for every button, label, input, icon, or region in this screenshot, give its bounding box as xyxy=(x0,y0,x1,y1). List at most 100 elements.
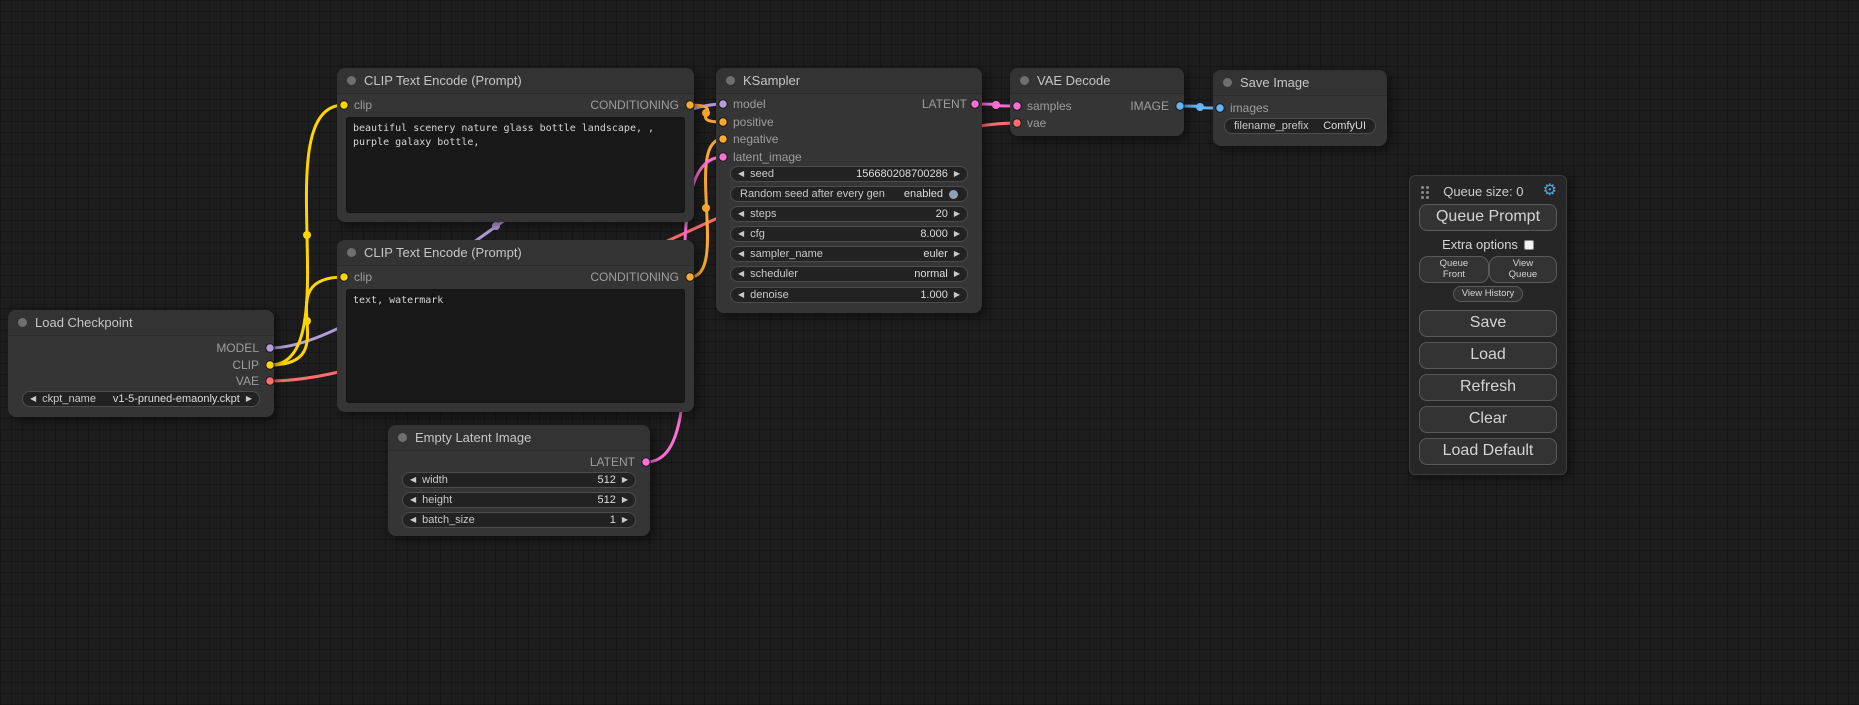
widget-label: batch_size xyxy=(422,514,475,526)
link-clip-to-negative xyxy=(270,277,344,365)
scheduler-widget[interactable]: ◀ scheduler normal ▶ xyxy=(730,266,968,282)
refresh-button[interactable]: Refresh xyxy=(1419,374,1557,401)
node-title: VAE Decode xyxy=(1037,73,1110,88)
input-slot-clip: clip xyxy=(354,271,372,283)
decrement-arrow-icon[interactable]: ◀ xyxy=(738,230,744,238)
widget-label: steps xyxy=(750,208,776,220)
decrement-arrow-icon[interactable]: ◀ xyxy=(738,170,744,178)
ckpt-name-widget[interactable]: ◀ ckpt_name v1-5-pruned-emaonly.ckpt ▶ xyxy=(22,391,260,407)
node-title: KSampler xyxy=(743,73,800,88)
collapse-dot[interactable] xyxy=(726,76,735,85)
widget-label: ckpt_name xyxy=(42,393,96,405)
node-title: Empty Latent Image xyxy=(415,430,531,445)
batch-size-widget[interactable]: ◀ batch_size 1 ▶ xyxy=(402,512,636,528)
decrement-arrow-icon[interactable]: ◀ xyxy=(410,516,416,524)
steps-widget[interactable]: ◀ steps 20 ▶ xyxy=(730,206,968,222)
node-vae-decode[interactable]: VAE Decode samples vae IMAGE xyxy=(1010,68,1184,136)
increment-arrow-icon[interactable]: ▶ xyxy=(622,496,628,504)
node-titlebar[interactable]: Empty Latent Image xyxy=(388,425,650,451)
load-button[interactable]: Load xyxy=(1419,342,1557,369)
denoise-widget[interactable]: ◀ denoise 1.000 ▶ xyxy=(730,287,968,303)
seed-widget[interactable]: ◀ seed 156680208700286 ▶ xyxy=(730,166,968,182)
widget-value: 1 xyxy=(481,514,616,526)
queue-prompt-button[interactable]: Queue Prompt xyxy=(1419,204,1557,231)
node-title: Load Checkpoint xyxy=(35,315,133,330)
view-history-button[interactable]: View History xyxy=(1453,286,1524,302)
widget-label: denoise xyxy=(750,289,789,301)
queue-front-button[interactable]: Queue Front xyxy=(1419,256,1489,283)
increment-arrow-icon[interactable]: ▶ xyxy=(954,250,960,258)
view-queue-button[interactable]: View Queue xyxy=(1489,256,1557,283)
clear-button[interactable]: Clear xyxy=(1419,406,1557,433)
widget-value: 512 xyxy=(454,474,616,486)
output-slot-latent: LATENT xyxy=(922,98,967,110)
increment-arrow-icon[interactable]: ▶ xyxy=(622,516,628,524)
menu-actions: Save Load Refresh Clear Load Default xyxy=(1419,310,1557,465)
increment-arrow-icon[interactable]: ▶ xyxy=(954,170,960,178)
cfg-widget[interactable]: ◀ cfg 8.000 ▶ xyxy=(730,226,968,242)
decrement-arrow-icon[interactable]: ◀ xyxy=(410,496,416,504)
output-slot-conditioning: CONDITIONING xyxy=(590,271,679,283)
input-slot-clip: clip xyxy=(354,99,372,111)
node-ksampler[interactable]: KSampler model positive negative latent_… xyxy=(716,68,982,313)
node-titlebar[interactable]: Load Checkpoint xyxy=(8,310,274,336)
node-empty-latent-image[interactable]: Empty Latent Image LATENT ◀ width 512 ▶ … xyxy=(388,425,650,536)
node-titlebar[interactable]: CLIP Text Encode (Prompt) xyxy=(337,240,694,266)
link-middot-latent2 xyxy=(992,101,1000,109)
node-titlebar[interactable]: KSampler xyxy=(716,68,982,94)
increment-arrow-icon[interactable]: ▶ xyxy=(954,270,960,278)
increment-arrow-icon[interactable]: ▶ xyxy=(954,210,960,218)
collapse-dot[interactable] xyxy=(398,433,407,442)
node-graph-canvas[interactable]: Load Checkpoint MODEL CLIP VAE ◀ ckpt_na… xyxy=(0,0,1859,705)
increment-arrow-icon[interactable]: ▶ xyxy=(954,291,960,299)
node-titlebar[interactable]: CLIP Text Encode (Prompt) xyxy=(337,68,694,94)
input-slot-negative: negative xyxy=(733,133,778,145)
node-titlebar[interactable]: VAE Decode xyxy=(1010,68,1184,94)
drag-handle-icon[interactable] xyxy=(1421,186,1424,189)
decrement-arrow-icon[interactable]: ◀ xyxy=(738,210,744,218)
queue-menu-panel: Queue size: 0 ⚙ Queue Prompt Extra optio… xyxy=(1409,175,1567,475)
widget-value: 1.000 xyxy=(795,289,948,301)
node-clip-text-encode-positive[interactable]: CLIP Text Encode (Prompt) clip CONDITION… xyxy=(337,68,694,222)
height-widget[interactable]: ◀ height 512 ▶ xyxy=(402,492,636,508)
positive-prompt-textarea[interactable]: beautiful scenery nature glass bottle la… xyxy=(346,117,685,213)
node-clip-text-encode-negative[interactable]: CLIP Text Encode (Prompt) clip CONDITION… xyxy=(337,240,694,412)
link-middot-cond1 xyxy=(702,109,710,117)
collapse-dot[interactable] xyxy=(18,318,27,327)
input-slot-model: model xyxy=(733,98,766,110)
random-seed-toggle-widget[interactable]: Random seed after every gen enabled xyxy=(730,186,968,202)
decrement-arrow-icon[interactable]: ◀ xyxy=(738,270,744,278)
extra-options-label: Extra options xyxy=(1442,237,1518,252)
widget-value: 20 xyxy=(782,208,947,220)
increment-arrow-icon[interactable]: ▶ xyxy=(246,395,252,403)
width-widget[interactable]: ◀ width 512 ▶ xyxy=(402,472,636,488)
output-slot-vae: VAE xyxy=(236,375,259,387)
collapse-dot[interactable] xyxy=(347,76,356,85)
filename-prefix-widget[interactable]: filename_prefix ComfyUI xyxy=(1224,118,1376,134)
decrement-arrow-icon[interactable]: ◀ xyxy=(410,476,416,484)
node-titlebar[interactable]: Save Image xyxy=(1213,70,1387,96)
node-load-checkpoint[interactable]: Load Checkpoint MODEL CLIP VAE ◀ ckpt_na… xyxy=(8,310,274,417)
decrement-arrow-icon[interactable]: ◀ xyxy=(738,250,744,258)
negative-prompt-textarea[interactable]: text, watermark xyxy=(346,289,685,403)
load-default-button[interactable]: Load Default xyxy=(1419,438,1557,465)
increment-arrow-icon[interactable]: ▶ xyxy=(622,476,628,484)
node-save-image[interactable]: Save Image images filename_prefix ComfyU… xyxy=(1213,70,1387,146)
increment-arrow-icon[interactable]: ▶ xyxy=(954,230,960,238)
decrement-arrow-icon[interactable]: ◀ xyxy=(738,291,744,299)
input-slot-positive: positive xyxy=(733,116,774,128)
toggle-dot-icon[interactable] xyxy=(949,190,958,199)
link-middot-clip2 xyxy=(303,317,311,325)
save-button[interactable]: Save xyxy=(1419,310,1557,337)
node-title: CLIP Text Encode (Prompt) xyxy=(364,73,522,88)
node-title: CLIP Text Encode (Prompt) xyxy=(364,245,522,260)
collapse-dot[interactable] xyxy=(1020,76,1029,85)
extra-options-checkbox[interactable] xyxy=(1524,240,1534,250)
settings-gear-icon[interactable]: ⚙ xyxy=(1543,183,1557,199)
collapse-dot[interactable] xyxy=(1223,78,1232,87)
link-middot-clip1 xyxy=(303,231,311,239)
collapse-dot[interactable] xyxy=(347,248,356,257)
sampler-name-widget[interactable]: ◀ sampler_name euler ▶ xyxy=(730,246,968,262)
decrement-arrow-icon[interactable]: ◀ xyxy=(30,395,36,403)
input-slot-vae: vae xyxy=(1027,117,1046,129)
